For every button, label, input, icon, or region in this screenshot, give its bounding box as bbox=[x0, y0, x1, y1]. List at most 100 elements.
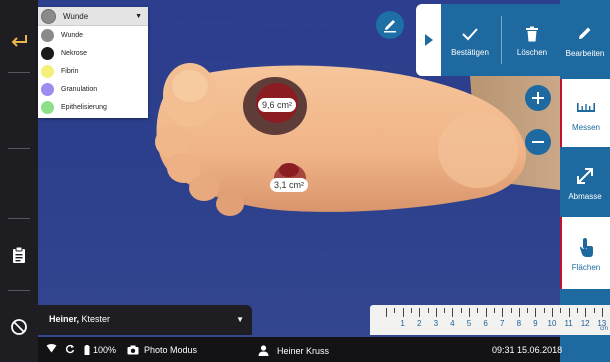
delete-label: Löschen bbox=[516, 48, 548, 57]
back-button[interactable] bbox=[0, 28, 38, 54]
tissue-color-swatch bbox=[41, 46, 54, 60]
chevron-down-icon: ▼ bbox=[135, 12, 142, 20]
ruler-tick bbox=[510, 308, 512, 313]
sync-icon bbox=[65, 344, 75, 354]
edit-tool-button[interactable]: Bearbeiten bbox=[560, 0, 610, 78]
user-icon bbox=[258, 345, 269, 356]
measure-tool-button[interactable]: Messen bbox=[560, 79, 610, 147]
pencil-icon bbox=[579, 27, 591, 39]
chevron-down-icon: ▼ bbox=[236, 315, 244, 324]
ruler-number: 5 bbox=[466, 319, 472, 328]
patient-last-name: Heiner bbox=[49, 314, 77, 324]
tissue-option-label: Fibrin bbox=[61, 67, 79, 75]
pencil-icon bbox=[384, 20, 396, 33]
dimension-tool-label: Abmasse bbox=[568, 191, 602, 201]
ruler-number: 8 bbox=[516, 319, 522, 328]
wound-area-label[interactable]: 3,1 cm² bbox=[270, 178, 309, 192]
ruler-tick bbox=[552, 308, 553, 317]
ruler-tick bbox=[535, 308, 537, 317]
ruler-number: 3 bbox=[433, 319, 439, 328]
draw-button[interactable] bbox=[376, 11, 404, 39]
ruler-tick bbox=[386, 308, 387, 317]
disable-button[interactable] bbox=[0, 314, 38, 340]
ruler-tick bbox=[477, 308, 479, 313]
ruler-tick bbox=[452, 308, 454, 317]
tissue-color-swatch bbox=[41, 82, 54, 96]
ruler-tick bbox=[502, 308, 504, 317]
status-bar: 100% Photo Modus Heiner Kruss 09:31 15.0… bbox=[38, 337, 562, 362]
patient-first-name: Ktester bbox=[81, 314, 111, 324]
rail-divider bbox=[8, 290, 30, 291]
areas-tool-button[interactable]: Flächen bbox=[560, 217, 610, 289]
tissue-color-swatch bbox=[41, 100, 54, 114]
ruler-icon bbox=[577, 102, 595, 112]
ruler-tick bbox=[585, 308, 587, 317]
clock-date: 15.06.2018 bbox=[517, 345, 563, 355]
tissue-type-dropdown[interactable]: Wunde ▼ Wunde Nekrose Fibrin Granulation… bbox=[38, 7, 148, 118]
battery-status: 100% bbox=[84, 345, 116, 355]
ruler-tick bbox=[460, 308, 462, 313]
collapse-button[interactable] bbox=[416, 4, 441, 76]
ruler-number: 11 bbox=[564, 319, 573, 328]
tissue-color-swatch bbox=[41, 28, 54, 42]
tissue-selected-label: Wunde bbox=[63, 11, 89, 21]
patient-selector[interactable]: Heiner, Ktester ▼ bbox=[38, 305, 252, 335]
ruler-tick bbox=[576, 308, 578, 313]
current-user: Heiner Kruss bbox=[258, 345, 329, 356]
minus-icon bbox=[532, 141, 544, 143]
ruler-tick bbox=[410, 308, 412, 313]
tissue-option-granulation[interactable]: Granulation bbox=[38, 80, 148, 98]
date-time: 09:31 15.06.2018 bbox=[492, 345, 562, 355]
clock-time: 09:31 bbox=[492, 345, 515, 355]
tissue-option-label: Epithelisierung bbox=[61, 103, 107, 111]
user-name: Heiner Kruss bbox=[277, 345, 330, 356]
ruler-tick bbox=[601, 308, 603, 317]
plus-icon bbox=[532, 92, 544, 104]
zoom-in-button[interactable] bbox=[525, 85, 551, 111]
ruler-tick bbox=[485, 308, 487, 317]
back-arrow-icon bbox=[11, 35, 27, 47]
touch-hand-icon bbox=[580, 237, 593, 257]
delete-button[interactable]: Löschen bbox=[503, 4, 561, 76]
play-arrow-icon bbox=[424, 34, 433, 46]
tissue-option-nekrose[interactable]: Nekrose bbox=[38, 44, 148, 62]
left-rail bbox=[0, 0, 38, 362]
ruler-tick bbox=[518, 308, 520, 317]
zoom-out-button[interactable] bbox=[525, 129, 551, 155]
scale-ruler: 1 2 3 4 5 6 7 8 9 10 11 12 13 cm bbox=[370, 305, 610, 335]
camera-mode-label: Photo Modus bbox=[144, 345, 198, 355]
ruler-number: 10 bbox=[547, 319, 557, 328]
battery-icon bbox=[84, 345, 90, 355]
tissue-option-epithelisierung[interactable]: Epithelisierung bbox=[38, 98, 148, 116]
ruler-tick bbox=[402, 308, 404, 317]
wound-area-label[interactable]: 9,6 cm² bbox=[258, 98, 297, 112]
ruler-tick bbox=[394, 308, 396, 313]
resize-arrow-icon bbox=[577, 167, 593, 184]
battery-percent: 100% bbox=[93, 345, 117, 355]
ruler-number: 6 bbox=[483, 319, 488, 328]
tissue-option-wunde[interactable]: Wunde bbox=[38, 26, 148, 44]
camera-mode: Photo Modus bbox=[127, 345, 197, 355]
confirm-button[interactable]: Bestätigen bbox=[441, 4, 499, 76]
prohibited-icon bbox=[11, 319, 27, 335]
rail-divider bbox=[8, 218, 30, 219]
areas-tool-label: Flächen bbox=[571, 262, 601, 272]
camera-icon bbox=[127, 345, 139, 355]
ruler-tick bbox=[527, 308, 529, 313]
ruler-tick bbox=[593, 308, 595, 313]
ruler-number: 12 bbox=[580, 319, 590, 328]
rail-divider bbox=[8, 72, 30, 73]
measure-tool-label: Messen bbox=[571, 122, 600, 132]
ruler-tick bbox=[543, 308, 545, 313]
rail-divider bbox=[8, 148, 30, 149]
tissue-option-fibrin[interactable]: Fibrin bbox=[38, 62, 148, 80]
action-divider bbox=[501, 16, 502, 64]
action-buttons: Bestätigen Löschen bbox=[441, 4, 562, 76]
notes-button[interactable] bbox=[0, 243, 38, 267]
edit-tool-label: Bearbeiten bbox=[565, 48, 605, 58]
ruler-number: 2 bbox=[416, 319, 422, 328]
dimension-tool-button[interactable]: Abmasse bbox=[560, 148, 610, 216]
ruler-tick bbox=[435, 308, 437, 317]
tissue-dropdown-header[interactable]: Wunde ▼ bbox=[38, 7, 148, 26]
ruler-tick bbox=[444, 308, 446, 313]
